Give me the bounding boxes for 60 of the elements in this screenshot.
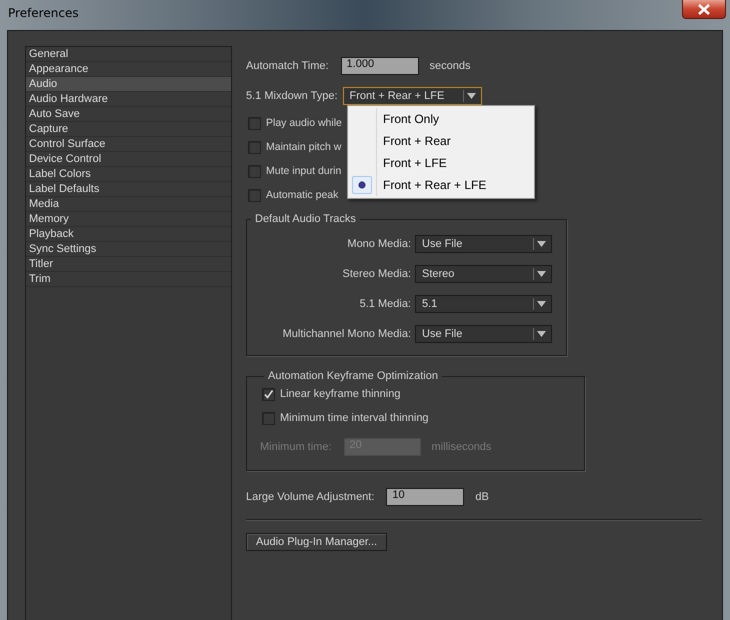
- category-item[interactable]: Audio: [26, 77, 231, 92]
- checkbox[interactable]: [262, 412, 275, 424]
- input-field[interactable]: 10: [386, 488, 464, 506]
- group-title: Default Audio Tracks: [254, 213, 357, 225]
- checkbox-label: Mute input durin: [266, 165, 342, 177]
- checkbox[interactable]: [248, 188, 261, 202]
- field-label: Automatch Time:: [246, 60, 329, 72]
- caret-icon: [537, 271, 546, 277]
- category-item[interactable]: Label Colors: [26, 167, 231, 182]
- field-label: Multichannel Mono Media:: [282, 328, 411, 340]
- checkbox[interactable]: [248, 140, 261, 154]
- menu-item[interactable]: Front + LFE: [348, 152, 534, 174]
- dropdown[interactable]: Use File: [415, 325, 552, 343]
- category-item[interactable]: Memory: [26, 212, 231, 227]
- category-item[interactable]: Control Surface: [26, 137, 231, 152]
- checkbox-label: Play audio while: [266, 117, 342, 129]
- unit-label: seconds: [430, 60, 471, 72]
- category-item[interactable]: Audio Hardware: [26, 92, 231, 107]
- caret-icon: [537, 241, 546, 247]
- field-label: Large Volume Adjustment:: [246, 491, 374, 503]
- field-label: Mono Media:: [347, 238, 411, 250]
- dropdown[interactable]: Stereo: [415, 265, 552, 283]
- category-item[interactable]: Sync Settings: [26, 242, 231, 257]
- menu-item[interactable]: Front + Rear + LFE: [348, 174, 534, 196]
- category-item[interactable]: Media: [26, 197, 231, 212]
- field-label: Minimum time:: [260, 441, 332, 453]
- field-label: 5.1 Media:: [360, 298, 411, 310]
- close-button[interactable]: [682, 0, 726, 19]
- unit-label: milliseconds: [432, 441, 492, 453]
- caret-icon: [466, 93, 476, 99]
- checkbox[interactable]: [248, 116, 261, 130]
- checkbox-label: Automatic peak: [266, 189, 338, 201]
- checkbox-label: Maintain pitch w: [266, 141, 342, 153]
- dropdown[interactable]: Front + Rear + LFE: [342, 87, 482, 105]
- checkbox-label: Linear keyframe thinning: [280, 388, 400, 400]
- caret-icon: [537, 331, 546, 337]
- category-item[interactable]: Titler: [26, 257, 231, 272]
- category-item[interactable]: Playback: [26, 227, 231, 242]
- category-item[interactable]: Trim: [26, 272, 231, 287]
- category-item[interactable]: Auto Save: [26, 107, 231, 122]
- category-item[interactable]: Capture: [26, 122, 231, 137]
- window-title: Preferences: [8, 6, 79, 20]
- category-item[interactable]: Device Control: [26, 152, 231, 167]
- caret-icon: [537, 301, 546, 307]
- unit-label: dB: [475, 491, 489, 503]
- input-field[interactable]: 1.000: [340, 57, 419, 75]
- category-item[interactable]: Label Defaults: [26, 182, 231, 197]
- menu-item[interactable]: Front Only: [348, 108, 534, 130]
- close-icon: [697, 4, 711, 14]
- dropdown[interactable]: 5.1: [415, 295, 552, 313]
- menu-item[interactable]: Front + Rear: [348, 130, 534, 152]
- dropdown[interactable]: Use File: [415, 235, 552, 253]
- group-title: Automation Keyframe Optimization: [267, 370, 439, 382]
- plugin-manager-button[interactable]: Audio Plug-In Manager...: [246, 533, 388, 551]
- field-label: Stereo Media:: [342, 268, 411, 280]
- checkbox[interactable]: [262, 388, 275, 400]
- checkbox-label: Minimum time interval thinning: [280, 412, 429, 424]
- checkbox[interactable]: [248, 164, 261, 178]
- category-item[interactable]: General: [26, 47, 231, 62]
- field-label: 5.1 Mixdown Type:: [246, 90, 338, 102]
